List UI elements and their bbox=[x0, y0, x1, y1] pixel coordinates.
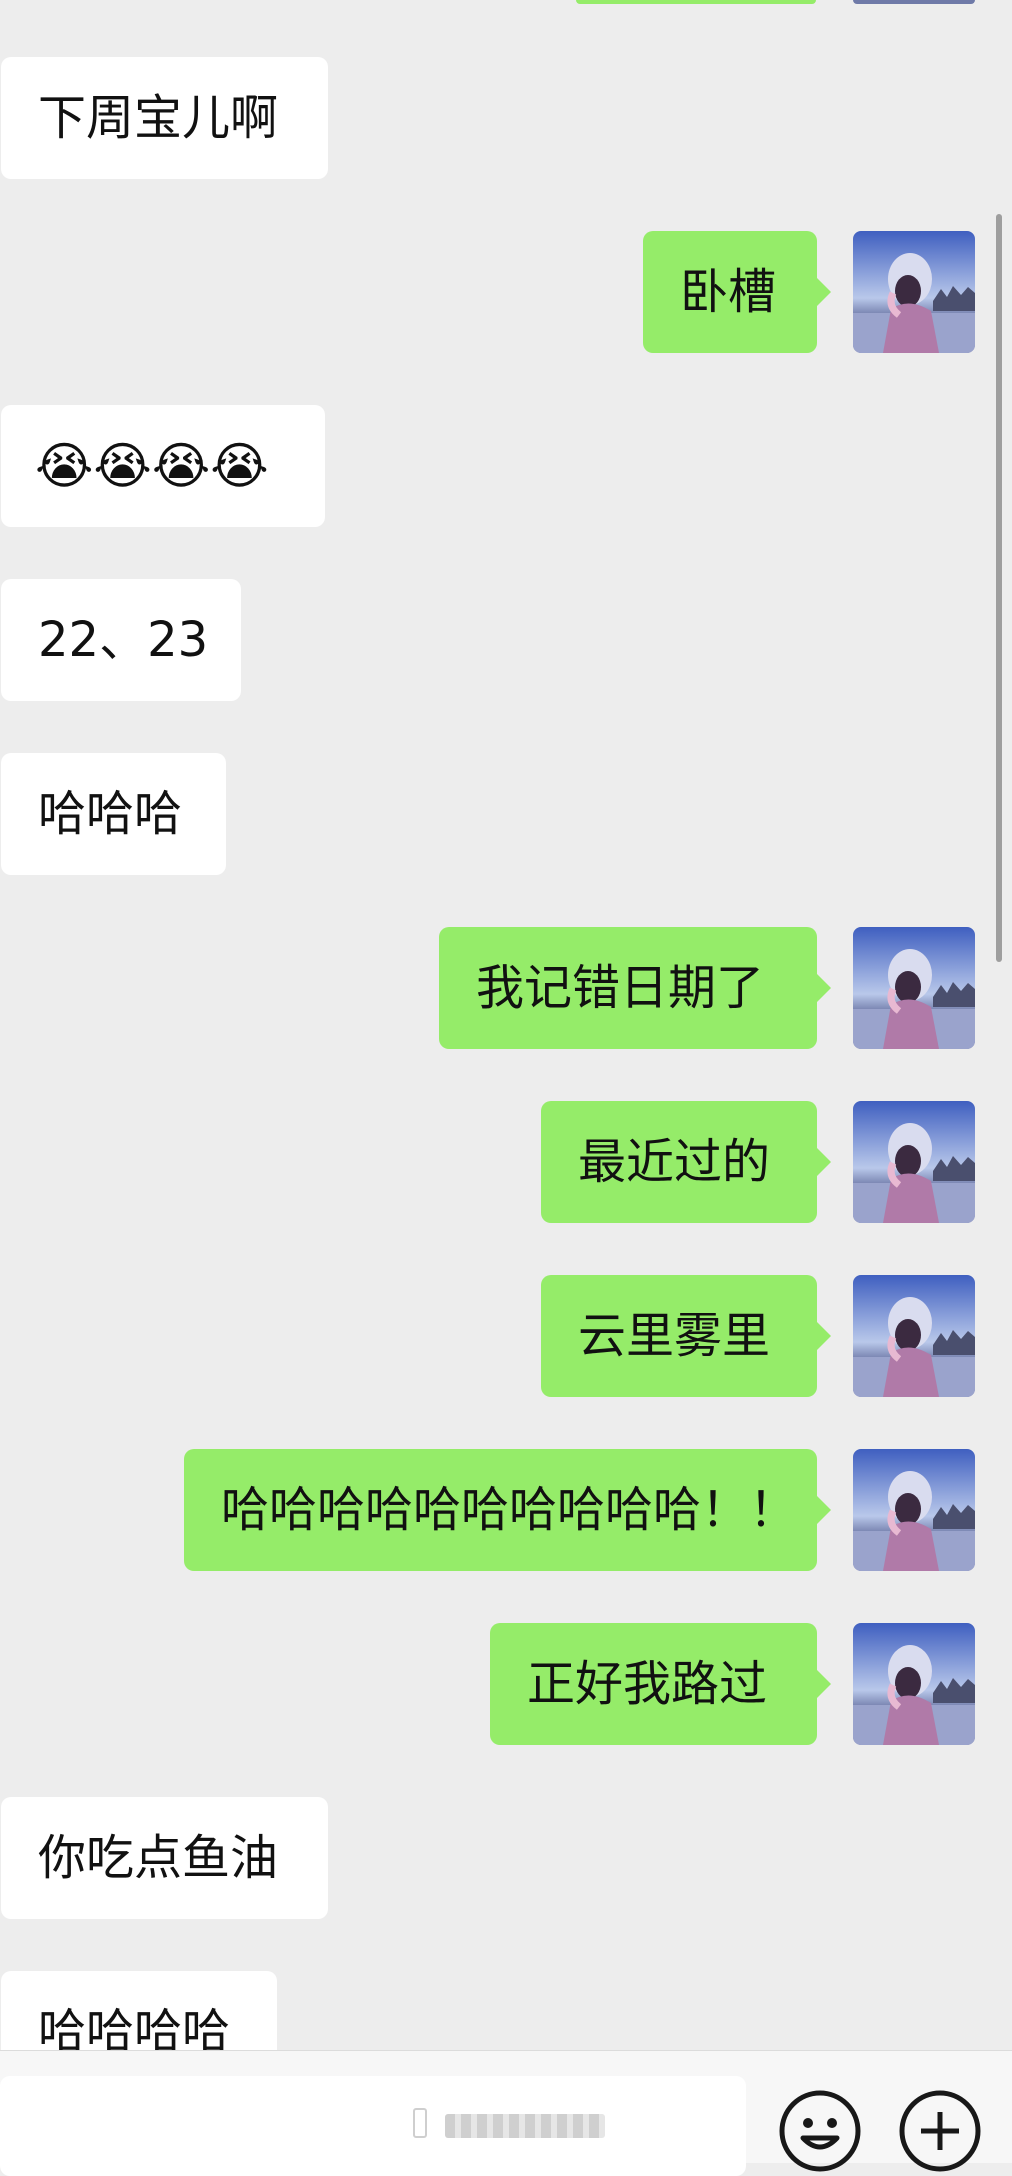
input-caret bbox=[413, 2108, 427, 2138]
outgoing-message[interactable]: 最近过的 bbox=[541, 1101, 831, 1223]
chat-scrollbar[interactable] bbox=[996, 214, 1002, 962]
my-avatar[interactable] bbox=[853, 1275, 975, 1397]
outgoing-message[interactable]: 云里雾里 bbox=[541, 1275, 831, 1397]
incoming-message[interactable]: 你吃点鱼油 bbox=[1, 1797, 328, 1919]
my-avatar[interactable] bbox=[853, 231, 975, 353]
incoming-message[interactable]: 22、23 bbox=[1, 579, 241, 701]
outgoing-message[interactable]: 我记错日期了 bbox=[439, 927, 831, 1049]
prev-message-bubble-fragment bbox=[576, 0, 816, 4]
incoming-message[interactable]: 下周宝儿啊 bbox=[1, 57, 328, 179]
my-avatar[interactable] bbox=[853, 1449, 975, 1571]
my-avatar[interactable] bbox=[853, 1101, 975, 1223]
incoming-message[interactable]: 😭😭😭😭 bbox=[1, 405, 325, 527]
prev-avatar-fragment bbox=[853, 0, 975, 4]
outgoing-message[interactable]: 正好我路过 bbox=[490, 1623, 831, 1745]
outgoing-message[interactable]: 卧槽 bbox=[643, 231, 831, 353]
my-avatar[interactable] bbox=[853, 927, 975, 1049]
plus-circle-icon[interactable] bbox=[899, 2090, 981, 2176]
outgoing-message[interactable]: 哈哈哈哈哈哈哈哈哈哈！！ bbox=[184, 1449, 831, 1571]
incoming-message[interactable]: 哈哈哈 bbox=[1, 753, 226, 875]
crying-face-emoji-icon: 😭😭😭😭 bbox=[35, 437, 269, 495]
smiley-icon[interactable] bbox=[779, 2090, 861, 2176]
input-draft-text bbox=[445, 2114, 605, 2138]
message-input[interactable] bbox=[0, 2076, 746, 2176]
my-avatar[interactable] bbox=[853, 1623, 975, 1745]
